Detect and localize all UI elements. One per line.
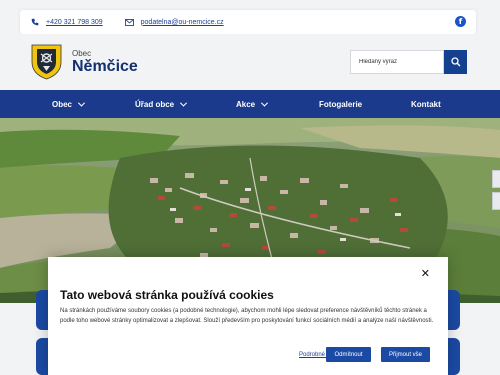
search-icon <box>450 57 460 67</box>
nav-item-urad-obce[interactable]: Úřad obce <box>135 90 188 118</box>
email-address[interactable]: podatelna@ou-nemcice.cz <box>141 19 224 26</box>
chevron-down-icon <box>77 99 86 107</box>
nav-item-fotogalerie[interactable]: Fotogalerie <box>319 90 362 118</box>
brand-subtitle: Obec <box>72 49 92 58</box>
chevron-down-icon <box>180 99 188 107</box>
nav-item-kontakt[interactable]: Kontakt <box>411 90 441 118</box>
search-button[interactable] <box>444 50 467 74</box>
cookie-text: Na stránkách používáme soubory cookies (… <box>60 308 434 324</box>
nav-item-obec[interactable]: Obec <box>52 90 86 118</box>
coat-of-arms-logo[interactable] <box>31 44 62 80</box>
nav-label: Fotogalerie <box>319 99 363 109</box>
email-link[interactable]: podatelna@ou-nemcice.cz <box>125 17 224 27</box>
side-tab[interactable] <box>492 170 500 188</box>
reject-button[interactable]: Odmítnout <box>326 347 371 362</box>
search-input[interactable] <box>350 50 444 74</box>
phone-icon <box>30 17 40 27</box>
nav-label: Obec <box>52 99 73 109</box>
accept-all-button[interactable]: Přijmout vše <box>381 347 430 362</box>
phone-link[interactable]: +420 321 798 309 <box>30 17 103 27</box>
chevron-down-icon <box>261 99 269 107</box>
nav-label: Akce <box>236 99 256 109</box>
close-icon[interactable]: ✕ <box>421 267 430 280</box>
phone-number[interactable]: +420 321 798 309 <box>46 19 103 26</box>
nav-label: Úřad obce <box>135 99 175 109</box>
contact-bar: +420 321 798 309 podatelna@ou-nemcice.cz… <box>20 10 476 34</box>
cookie-consent-dialog: ✕ Tato webová stránka používá cookies Na… <box>48 257 448 375</box>
brand-title[interactable]: Němčice <box>72 58 138 76</box>
side-tab[interactable] <box>492 192 500 210</box>
mail-icon <box>125 17 135 27</box>
nav-item-akce[interactable]: Akce <box>236 90 269 118</box>
nav-label: Kontakt <box>411 99 441 109</box>
cookie-title: Tato webová stránka používá cookies <box>60 288 274 302</box>
facebook-icon[interactable]: f <box>455 16 466 27</box>
main-nav: Obec Úřad obce Akce Fotogalerie Kontakt <box>0 90 500 118</box>
